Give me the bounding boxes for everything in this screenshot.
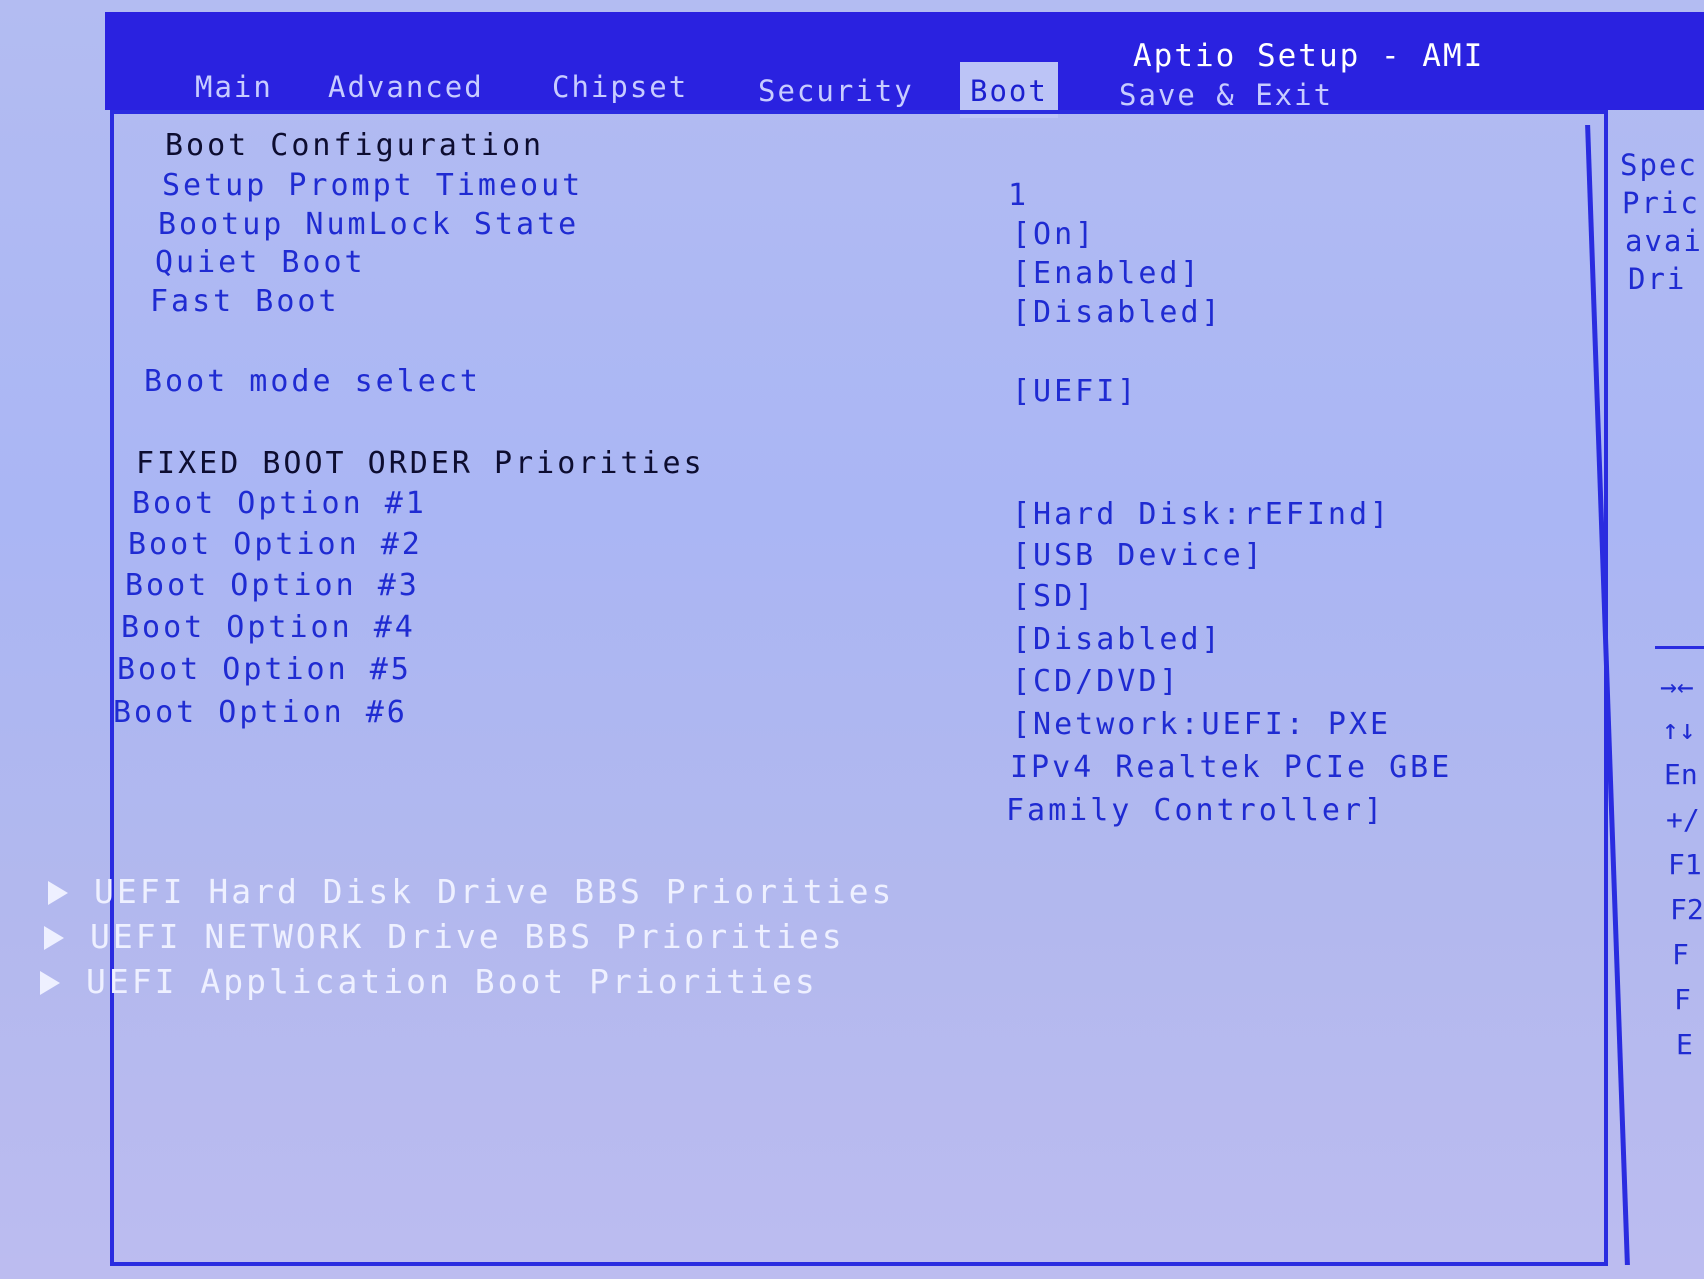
submenu-arrow-icon [44,926,64,950]
help-text-line: Dri [1628,262,1687,296]
submenu-arrow-icon [40,971,60,995]
tab-main[interactable]: Main [185,68,283,106]
boot-mode-select-label[interactable]: Boot mode select [144,364,481,399]
help-text-line: avai [1625,224,1703,258]
setup-prompt-timeout-label[interactable]: Setup Prompt Timeout [162,168,583,203]
quiet-boot-value[interactable]: [Enabled] [1012,256,1202,291]
help-text-line: Spec [1620,148,1698,182]
boot-option-5-label[interactable]: Boot Option #5 [117,652,412,687]
tab-security[interactable]: Security [748,72,924,110]
key-hint-f3: F [1672,938,1689,971]
key-hint-f1: F1 [1668,848,1702,881]
key-hint-select-item: ↑↓ [1662,713,1696,746]
bootup-numlock-label[interactable]: Bootup NumLock State [158,207,579,242]
submenu-label: UEFI Hard Disk Drive BBS Priorities [94,872,895,911]
boot-option-5-value[interactable]: [CD/DVD] [1012,664,1181,699]
key-hint-select-screen: →← [1660,670,1694,703]
help-divider [1655,646,1704,649]
boot-option-3-label[interactable]: Boot Option #3 [125,568,420,603]
key-hint-change: +/ [1666,803,1700,836]
key-hint-f2: F2 [1670,893,1704,926]
section-fixed-boot-order: FIXED BOOT ORDER Priorities [136,446,705,481]
boot-mode-select-value[interactable]: [UEFI] [1012,374,1138,409]
boot-option-6-value[interactable]: [Network:UEFI: PXE [1012,707,1391,742]
bootup-numlock-value[interactable]: [On] [1012,217,1096,252]
submenu-uefi-network[interactable]: UEFI NETWORK Drive BBS Priorities [44,917,845,956]
submenu-arrow-icon [48,881,68,905]
boot-option-6-value-line3: Family Controller] [1006,793,1386,828]
tab-chipset[interactable]: Chipset [542,68,698,106]
boot-option-2-value[interactable]: [USB Device] [1012,538,1265,573]
submenu-label: UEFI NETWORK Drive BBS Priorities [90,917,845,956]
submenu-uefi-application[interactable]: UEFI Application Boot Priorities [40,962,818,1001]
key-hint-f4: F [1674,983,1691,1016]
app-title: Aptio Setup - AMI [1133,38,1485,74]
fast-boot-label[interactable]: Fast Boot [150,284,340,319]
boot-option-1-value[interactable]: [Hard Disk:rEFInd] [1012,497,1391,532]
tab-advanced[interactable]: Advanced [318,68,494,106]
boot-option-1-label[interactable]: Boot Option #1 [132,486,427,521]
setup-prompt-timeout-value[interactable]: 1 [1008,178,1029,213]
key-hint-enter: En [1664,758,1698,791]
bios-screen: Aptio Setup - AMI Main Advanced Chipset … [0,0,1704,1279]
boot-option-4-value[interactable]: [Disabled] [1012,622,1223,657]
tab-save-exit[interactable]: Save & Exit [1109,76,1343,114]
boot-option-6-value-line2: IPv4 Realtek PCIe GBE [1010,750,1453,785]
fast-boot-value[interactable]: [Disabled] [1012,295,1223,330]
section-boot-configuration: Boot Configuration [165,128,545,163]
header-bar: Aptio Setup - AMI Main Advanced Chipset … [105,12,1704,118]
boot-option-3-value[interactable]: [SD] [1012,579,1096,614]
boot-option-2-label[interactable]: Boot Option #2 [128,527,423,562]
submenu-label: UEFI Application Boot Priorities [86,962,818,1001]
help-text-line: Pric [1622,186,1700,220]
quiet-boot-label[interactable]: Quiet Boot [155,245,366,280]
key-hint-esc: E [1676,1028,1693,1061]
submenu-uefi-hard-disk[interactable]: UEFI Hard Disk Drive BBS Priorities [48,872,894,911]
boot-option-4-label[interactable]: Boot Option #4 [121,610,416,645]
boot-option-6-label[interactable]: Boot Option #6 [113,695,408,730]
